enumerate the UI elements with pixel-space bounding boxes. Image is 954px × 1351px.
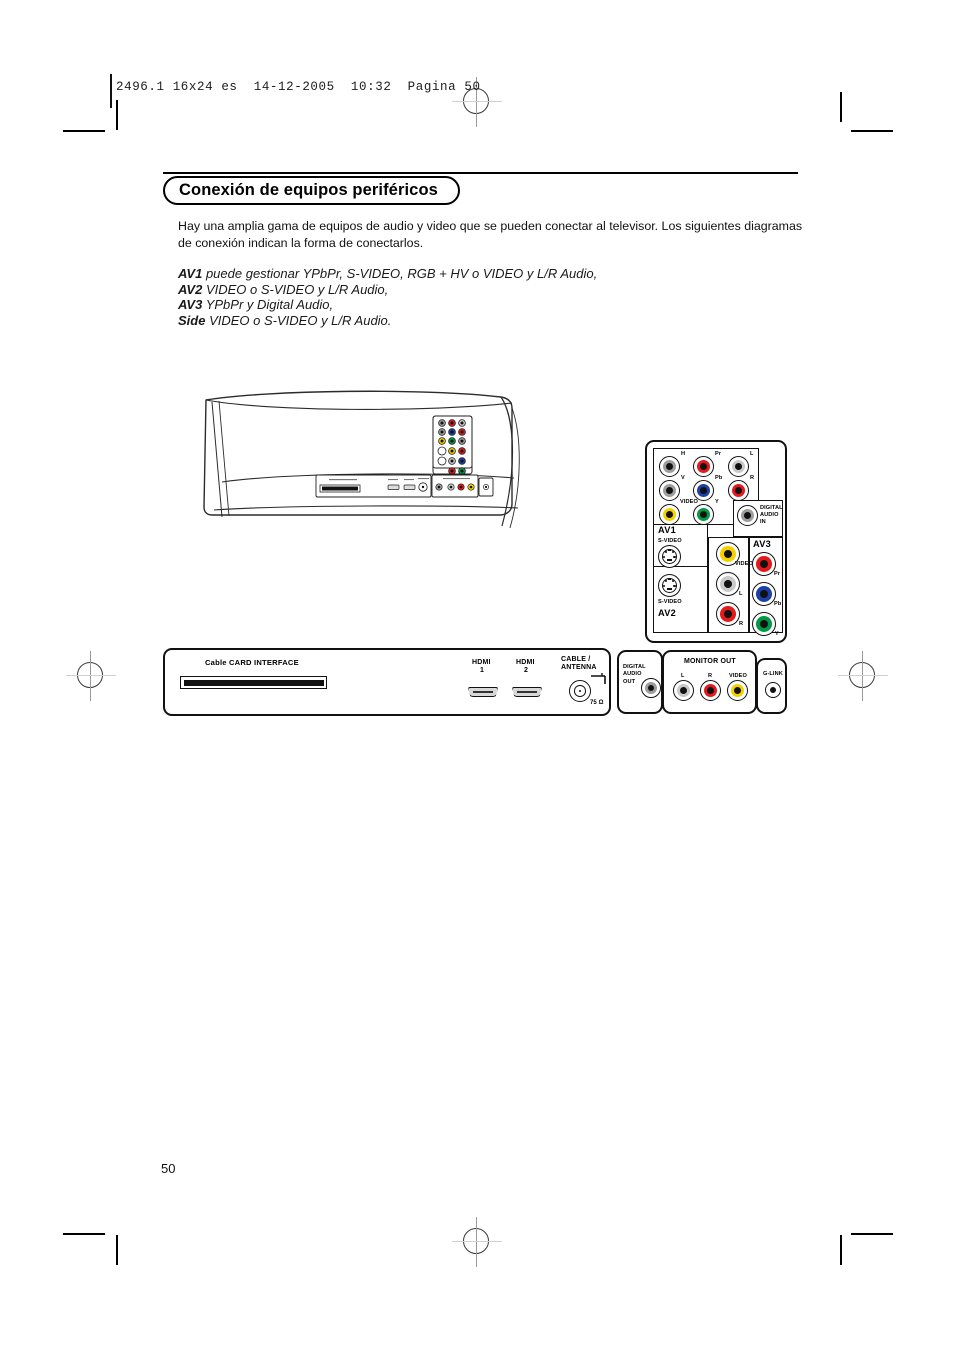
- jack-av1-pb[interactable]: [693, 480, 714, 501]
- jack-av2-l[interactable]: [716, 572, 740, 596]
- av-list-name: AV2: [178, 281, 203, 297]
- svideo-connector-av1[interactable]: [658, 545, 681, 568]
- jack-label-h: H: [681, 451, 686, 457]
- av-list-item: AV2 VIDEO o S-VIDEO y L/R Audio,: [178, 282, 738, 298]
- title-rule: [163, 172, 798, 175]
- av-list-desc: VIDEO o S-VIDEO y L/R Audio.: [209, 312, 392, 328]
- rear-av-panel: H Pr L V Pb R VIDEO Y DIGITAL AUDIO IN A…: [645, 440, 787, 643]
- glink-label: G-LINK: [763, 671, 783, 677]
- glink-panel: G-LINK: [756, 658, 787, 714]
- av-list-desc: YPbPr y Digital Audio,: [205, 297, 334, 313]
- jack-label-pr: Pr: [715, 451, 722, 457]
- digital-audio-in-label-2: AUDIO: [760, 512, 779, 518]
- jack-label-av3-pb: Pb: [774, 601, 782, 607]
- av2-svideo-label: S-VIDEO: [658, 599, 682, 605]
- jack-av1-h[interactable]: [659, 456, 680, 477]
- digital-audio-in-label-1: DIGITAL: [760, 505, 783, 511]
- page-content: Conexión de equipos periféricos Hay una …: [0, 0, 954, 1351]
- svideo-connector-av2[interactable]: [658, 574, 681, 597]
- digital-audio-out-label-2: AUDIO: [623, 671, 642, 677]
- jack-label-monitor-l: L: [681, 673, 685, 679]
- jack-monitor-out-video[interactable]: [727, 680, 748, 701]
- jack-label-av3-y: Y: [775, 631, 779, 637]
- cable-card-interface-label: Cable CARD INTERFACE: [205, 658, 299, 667]
- jack-label-av3-pr: Pr: [774, 571, 781, 577]
- jack-digital-audio-in[interactable]: [737, 505, 758, 526]
- jack-label-monitor-r: R: [708, 673, 713, 679]
- antenna-symbol-icon: [589, 672, 609, 691]
- jack-label-pb: Pb: [715, 475, 723, 481]
- jack-label-y: Y: [715, 499, 719, 505]
- jack-label-video: VIDEO: [680, 499, 698, 505]
- digital-audio-out-label-3: OUT: [623, 679, 636, 685]
- coax-impedance-label: 75 Ω: [590, 700, 604, 706]
- jack-av1-pr[interactable]: [693, 456, 714, 477]
- cable-antenna-label-1: CABLE /: [561, 656, 591, 663]
- jack-monitor-out-l[interactable]: [673, 680, 694, 701]
- jack-label-l: L: [750, 451, 754, 457]
- hdmi-1-label: HDMI: [472, 659, 491, 666]
- intro-paragraph: Hay una amplia gama de equipos de audio …: [178, 219, 803, 250]
- av-list-name: AV3: [178, 297, 203, 313]
- jack-av1-l[interactable]: [728, 456, 749, 477]
- cable-antenna-label-2: ANTENNA: [561, 664, 597, 671]
- jack-av3-pr[interactable]: [752, 552, 776, 576]
- hdmi-2-number: 2: [524, 667, 529, 674]
- hdmi-1-number: 1: [480, 667, 485, 674]
- monitor-out-title: MONITOR OUT: [684, 658, 736, 665]
- hdmi-2-label: HDMI: [516, 659, 535, 666]
- coax-antenna-connector[interactable]: [569, 680, 591, 702]
- av2-group-label: AV2: [658, 608, 677, 618]
- tv-rear-illustration: [196, 386, 542, 532]
- page-number: 50: [161, 1161, 176, 1176]
- bottom-connector-panel: Cable CARD INTERFACE HDMI 1 HDMI 2 CABLE…: [163, 648, 611, 716]
- page-title: Conexión de equipos periféricos: [163, 176, 460, 205]
- av-list-name: Side: [178, 312, 206, 328]
- av-list-item: AV1 puede gestionar YPbPr, S-VIDEO, RGB …: [178, 266, 738, 282]
- monitor-out-panel: MONITOR OUT L R VIDEO: [662, 650, 757, 714]
- jack-av2-r[interactable]: [716, 602, 740, 626]
- av3-group-label: AV3: [753, 539, 772, 549]
- jack-glink[interactable]: [765, 682, 781, 698]
- hdmi-port-1[interactable]: [468, 687, 498, 697]
- jack-digital-audio-out[interactable]: [641, 678, 661, 698]
- digital-audio-out-label-1: DIGITAL: [623, 664, 646, 670]
- av-list-name: AV1: [178, 266, 203, 281]
- jack-label-monitor-video: VIDEO: [729, 673, 747, 679]
- av-list-item: AV3 YPbPr y Digital Audio,: [178, 297, 738, 313]
- jack-av3-y[interactable]: [752, 612, 776, 636]
- av-list-desc: puede gestionar YPbPr, S-VIDEO, RGB + HV…: [205, 266, 598, 281]
- cable-card-slot[interactable]: [180, 676, 327, 689]
- jack-label-av2-l: L: [739, 591, 743, 597]
- av1-group-label: AV1: [658, 525, 677, 535]
- page-title-text: Conexión de equipos periféricos: [179, 181, 438, 199]
- av-list-item: Side VIDEO o S-VIDEO y L/R Audio.: [178, 313, 738, 329]
- jack-label-r: R: [750, 475, 755, 481]
- digital-audio-out-panel: DIGITAL AUDIO OUT: [617, 650, 663, 714]
- jack-av1-video[interactable]: [659, 504, 680, 525]
- jack-av1-y[interactable]: [693, 504, 714, 525]
- av-capability-list: AV1 puede gestionar YPbPr, S-VIDEO, RGB …: [178, 266, 738, 328]
- jack-label-v: V: [681, 475, 685, 481]
- jack-av1-r[interactable]: [728, 480, 749, 501]
- jack-label-av2-r: R: [739, 621, 744, 627]
- digital-audio-in-label-3: IN: [760, 519, 766, 525]
- av1-svideo-label: S-VIDEO: [658, 538, 682, 544]
- av-list-desc: VIDEO o S-VIDEO y L/R Audio,: [205, 281, 389, 297]
- jack-label-av2-video: VIDEO: [735, 561, 753, 567]
- jack-av1-v[interactable]: [659, 480, 680, 501]
- jack-av3-pb[interactable]: [752, 582, 776, 606]
- hdmi-port-2[interactable]: [512, 687, 542, 697]
- jack-monitor-out-r[interactable]: [700, 680, 721, 701]
